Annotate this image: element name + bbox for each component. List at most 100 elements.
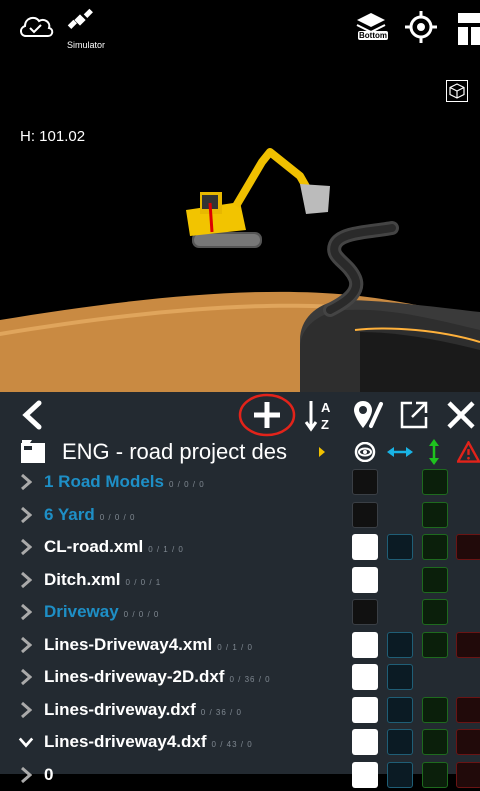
layer-name-text: 6 Yard (44, 505, 95, 524)
close-icon (445, 399, 477, 431)
visibility-checkbox[interactable] (352, 567, 378, 593)
visibility-checkbox[interactable] (352, 534, 378, 560)
chevron-right-icon[interactable] (18, 596, 34, 628)
add-layer-button[interactable] (236, 392, 298, 438)
folder-image-icon (20, 440, 46, 464)
horizontal-toggle[interactable] (387, 534, 413, 560)
list-item[interactable]: 0 (0, 759, 480, 791)
horizontal-arrows-icon[interactable] (386, 438, 414, 466)
visibility-checkbox[interactable] (352, 664, 378, 690)
horizontal-toggle[interactable] (387, 729, 413, 755)
layer-counts: 0 / 36 / 0 (229, 675, 270, 684)
layer-name-text: Lines-Driveway4.xml (44, 635, 212, 654)
terrain-scene (0, 0, 480, 392)
layer-counts: 0 / 0 / 0 (124, 610, 160, 619)
layer-counts: 0 / 0 / 0 (169, 480, 205, 489)
target-icon[interactable] (404, 10, 438, 44)
visibility-checkbox[interactable] (352, 632, 378, 658)
list-item[interactable]: 6 Yard 0 / 0 / 0 (0, 499, 480, 532)
svg-text:Z: Z (321, 417, 329, 432)
layer-counts: 0 / 0 / 0 (100, 513, 136, 522)
chevron-right-icon[interactable] (18, 531, 34, 563)
horizontal-toggle[interactable] (387, 697, 413, 723)
chevron-right-icon[interactable] (18, 564, 34, 596)
chevron-right-icon[interactable] (18, 759, 34, 791)
layer-counts: 0 / 0 / 1 (126, 578, 162, 587)
satellite-icon[interactable] (64, 4, 96, 36)
panel-icon[interactable] (452, 12, 480, 46)
warning-toggle[interactable] (456, 534, 480, 560)
vertical-toggle[interactable] (422, 469, 448, 495)
layer-name: Lines-driveway-2D.dxf0 / 36 / 0 (44, 661, 271, 693)
visibility-checkbox[interactable] (352, 762, 378, 788)
vertical-toggle[interactable] (422, 632, 448, 658)
layer-name: 6 Yard 0 / 0 / 0 (44, 499, 135, 531)
open-external-icon (398, 399, 430, 431)
vertical-toggle[interactable] (422, 729, 448, 755)
vertical-toggle[interactable] (422, 599, 448, 625)
vertical-toggle[interactable] (422, 502, 448, 528)
svg-text:A: A (321, 400, 331, 415)
chevron-right-icon[interactable] (18, 629, 34, 661)
list-item[interactable]: Lines-driveway.dxf 0 / 36 / 0 (0, 694, 480, 727)
pin-edit-icon (351, 398, 385, 432)
excavator-model (186, 152, 330, 248)
list-item[interactable]: Lines-driveway-2D.dxf0 / 36 / 0 (0, 661, 480, 694)
cube-icon[interactable] (446, 80, 468, 102)
layer-toggle-label[interactable]: Bottom (358, 31, 388, 40)
simulator-label: Simulator (67, 40, 105, 50)
horizontal-toggle[interactable] (387, 632, 413, 658)
list-item[interactable]: CL-road.xml0 / 1 / 0 (0, 531, 480, 564)
list-item[interactable]: Lines-Driveway4.xml0 / 1 / 0 (0, 629, 480, 662)
list-item[interactable]: Driveway 0 / 0 / 0 (0, 596, 480, 629)
warning-icon[interactable] (457, 438, 480, 466)
export-button[interactable] (394, 392, 434, 438)
layer-counts: 0 / 36 / 0 (201, 708, 242, 717)
visibility-checkbox[interactable] (352, 469, 378, 495)
list-item[interactable]: Lines-driveway4.dxf0 / 43 / 0 (0, 726, 480, 759)
layer-name: 1 Road Models 0 / 0 / 0 (44, 466, 205, 498)
layer-name-text: 1 Road Models (44, 472, 164, 491)
layer-name: 0 (44, 759, 53, 791)
chevron-right-icon[interactable] (18, 499, 34, 531)
warning-toggle[interactable] (456, 632, 480, 658)
warning-toggle[interactable] (456, 729, 480, 755)
add-icon (236, 392, 298, 438)
vertical-toggle[interactable] (422, 762, 448, 788)
eye-icon[interactable] (352, 438, 378, 466)
warning-toggle[interactable] (456, 697, 480, 723)
vertical-toggle[interactable] (422, 534, 448, 560)
edit-points-button[interactable] (348, 392, 388, 438)
layer-name: Driveway 0 / 0 / 0 (44, 596, 159, 628)
horizontal-toggle[interactable] (387, 762, 413, 788)
layer-name-text: Lines-driveway.dxf (44, 700, 196, 719)
sort-button[interactable]: AZ (302, 392, 338, 438)
visibility-checkbox[interactable] (352, 502, 378, 528)
3d-viewport[interactable]: Simulator Bottom H: 101.02 (0, 0, 480, 392)
back-button[interactable] (12, 392, 52, 438)
height-readout: H: 101.02 (20, 128, 85, 145)
horizontal-toggle[interactable] (387, 664, 413, 690)
project-header[interactable]: ENG - road project des (0, 438, 480, 466)
panel-toolbar: AZ (0, 392, 480, 438)
layer-counts: 0 / 1 / 0 (148, 545, 184, 554)
visibility-checkbox[interactable] (352, 729, 378, 755)
chevron-left-icon (21, 400, 43, 430)
chevron-down-icon[interactable] (18, 726, 34, 758)
layer-name-text: 0 (44, 765, 53, 784)
vertical-arrows-icon[interactable] (424, 438, 444, 466)
warning-toggle[interactable] (456, 762, 480, 788)
layer-name-text: Driveway (44, 602, 119, 621)
chevron-right-icon[interactable] (18, 661, 34, 693)
sort-az-icon: AZ (304, 398, 336, 432)
chevron-right-icon[interactable] (18, 466, 34, 498)
vertical-toggle[interactable] (422, 567, 448, 593)
visibility-checkbox[interactable] (352, 599, 378, 625)
cloud-check-icon[interactable] (16, 10, 56, 40)
list-item[interactable]: 1 Road Models 0 / 0 / 0 (0, 466, 480, 499)
vertical-toggle[interactable] (422, 697, 448, 723)
list-item[interactable]: Ditch.xml0 / 0 / 1 (0, 564, 480, 597)
close-button[interactable] (442, 392, 480, 438)
chevron-right-icon[interactable] (18, 694, 34, 726)
visibility-checkbox[interactable] (352, 697, 378, 723)
